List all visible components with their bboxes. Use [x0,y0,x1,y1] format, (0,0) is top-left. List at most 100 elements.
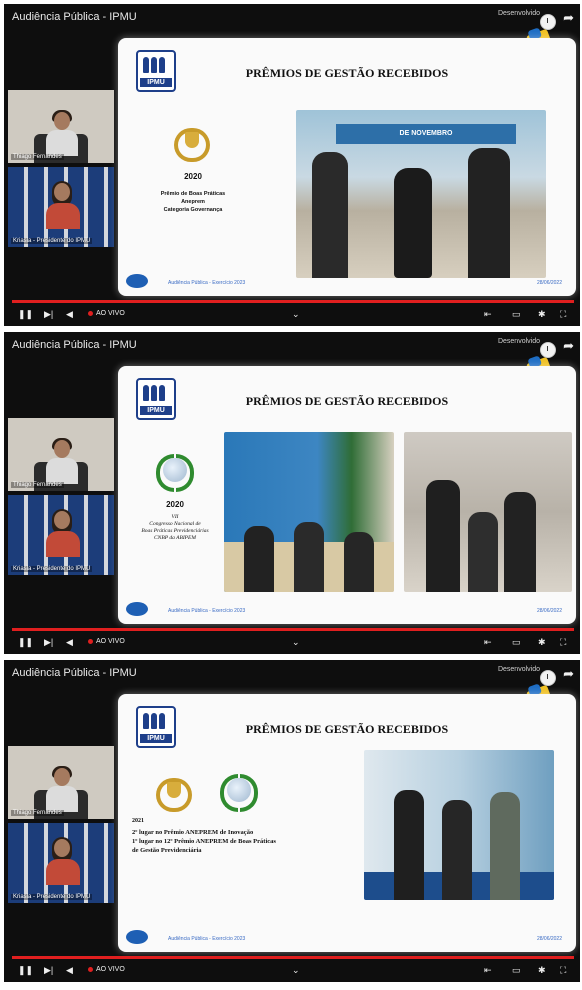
award-description: 2º lugar no Prêmio ANEPREM de Inovação 1… [132,829,276,854]
trophy-icon [156,776,192,812]
person-photo [312,152,348,278]
video-player-1[interactable]: Audiência Pública - IPMU Desenvolvido ➦ … [4,4,580,326]
person-photo [468,148,510,278]
participant-name: Kriasla - Presidente do IPMU [11,238,93,244]
watermark: Desenvolvido [497,10,540,17]
presentation-slide: IPMU PRÊMIOS DE GESTÃO RECEBIDOS 2020 VI… [118,366,576,624]
watermark: Desenvolvido [497,338,540,345]
participant-name: Kriasla - Presidente do IPMU [11,894,93,900]
slide-footer-text: Audiência Pública - Exercício 2023 [168,608,246,614]
webcam-thiago: Thiago Fernandes [8,418,114,491]
slide-footer-text: Audiência Pública - Exercício 2023 [168,280,246,286]
person-photo [394,790,424,900]
video-title[interactable]: Audiência Pública - IPMU [12,11,137,23]
webcam-thiago: Thiago Fernandes [8,90,114,163]
slide-footer-date: 28/06/2022 [536,280,562,286]
progress-bar[interactable] [12,628,574,631]
settings-icon[interactable]: ✱ [538,309,546,320]
video-player-2[interactable]: Audiência Pública - IPMU Desenvolvido ➦ … [4,332,580,654]
footer-logo-icon [126,274,148,288]
trophy-icon [174,126,210,162]
slide-footer-date: 28/06/2022 [536,608,562,614]
live-badge[interactable]: AO VIVO [88,638,125,645]
award-photo [224,432,394,592]
miniplayer-icon[interactable]: ⇤ [484,637,492,648]
slide-footer-date: 28/06/2022 [536,936,562,942]
volume-icon[interactable]: ◀ [66,965,73,976]
settings-icon[interactable]: ✱ [538,637,546,648]
footer-logo-icon [126,602,148,616]
participant-name: Thiago Fernandes [11,482,64,488]
award-photo [364,750,554,900]
award-photo [404,432,572,592]
fullscreen-icon[interactable]: ⛶ [560,309,566,320]
next-icon[interactable]: ▶| [44,309,53,320]
subtitles-icon[interactable]: ▭ [512,965,521,976]
chevron-icon[interactable]: ⌄ [292,309,300,320]
participant-name: Kriasla - Presidente do IPMU [11,566,93,572]
chevron-icon[interactable]: ⌄ [292,637,300,648]
clock-icon[interactable] [540,670,556,686]
globe-award-icon [220,774,258,812]
person-photo [344,532,374,592]
volume-icon[interactable]: ◀ [66,309,73,320]
settings-icon[interactable]: ✱ [538,965,546,976]
video-title[interactable]: Audiência Pública - IPMU [12,339,137,351]
miniplayer-icon[interactable]: ⇤ [484,965,492,976]
person-photo [504,492,536,592]
progress-bar[interactable] [12,956,574,959]
play-pause-icon[interactable]: ❚❚ [18,965,33,976]
fullscreen-icon[interactable]: ⛶ [560,965,566,976]
person-photo [426,480,460,592]
share-icon[interactable]: ➦ [563,666,574,682]
next-icon[interactable]: ▶| [44,637,53,648]
share-icon[interactable]: ➦ [563,338,574,354]
clock-icon[interactable] [540,14,556,30]
participant-name: Thiago Fernandes [11,154,64,160]
person-photo [490,792,520,900]
presentation-slide: IPMU PRÊMIOS DE GESTÃO RECEBIDOS 2021 2º… [118,694,576,952]
video-player-3[interactable]: Audiência Pública - IPMU Desenvolvido ➦ … [4,660,580,982]
progress-bar[interactable] [12,300,574,303]
participant-name: Thiago Fernandes [11,810,64,816]
clock-icon[interactable] [540,342,556,358]
webcam-kriasla: Kriasla - Presidente do IPMU [8,823,114,903]
live-badge[interactable]: AO VIVO [88,310,125,317]
fullscreen-icon[interactable]: ⛶ [560,637,566,648]
play-pause-icon[interactable]: ❚❚ [18,309,33,320]
volume-icon[interactable]: ◀ [66,637,73,648]
award-description: VII Congresso Nacional de Boas Práticas … [141,514,209,541]
player-controls: ❚❚ ▶| ◀ AO VIVO ⌄ ⇤ ▭ ✱ ⛶ [4,300,580,326]
person-photo [468,512,498,592]
webcam-kriasla: Kriasla - Presidente do IPMU [8,495,114,575]
next-icon[interactable]: ▶| [44,965,53,976]
slide-heading: PRÊMIOS DE GESTÃO RECEBIDOS [245,66,449,80]
award-year: 2020 [166,500,184,509]
slide-heading: PRÊMIOS DE GESTÃO RECEBIDOS [245,722,449,736]
play-pause-icon[interactable]: ❚❚ [18,637,33,648]
page: Audiência Pública - IPMU Desenvolvido ➦ … [0,0,582,990]
footer-logo-icon [126,930,148,944]
person-photo [294,522,324,592]
award-year: 2021 [132,818,144,824]
webcam-thiago: Thiago Fernandes [8,746,114,819]
player-controls: ❚❚ ▶| ◀ AO VIVO ⌄ ⇤ ▭ ✱ ⛶ [4,956,580,982]
live-badge[interactable]: AO VIVO [88,966,125,973]
webcam-kriasla: Kriasla - Presidente do IPMU [8,167,114,247]
presentation-slide: IPMU PRÊMIOS DE GESTÃO RECEBIDOS 2020 Pr… [118,38,576,296]
subtitles-icon[interactable]: ▭ [512,309,521,320]
award-photo: DE NOVEMBRO [296,110,546,278]
person-photo [244,526,274,592]
miniplayer-icon[interactable]: ⇤ [484,309,492,320]
person-photo [394,168,432,278]
share-icon[interactable]: ➦ [563,10,574,26]
person-photo [442,800,472,900]
chevron-icon[interactable]: ⌄ [292,965,300,976]
award-description: Prêmio de Boas Práticas Aneprem Categori… [160,191,226,213]
video-title[interactable]: Audiência Pública - IPMU [12,667,137,679]
subtitles-icon[interactable]: ▭ [512,637,521,648]
slide-footer-text: Audiência Pública - Exercício 2023 [168,936,246,942]
globe-award-icon [156,454,194,492]
award-year: 2020 [184,172,202,181]
watermark: Desenvolvido [497,666,540,673]
